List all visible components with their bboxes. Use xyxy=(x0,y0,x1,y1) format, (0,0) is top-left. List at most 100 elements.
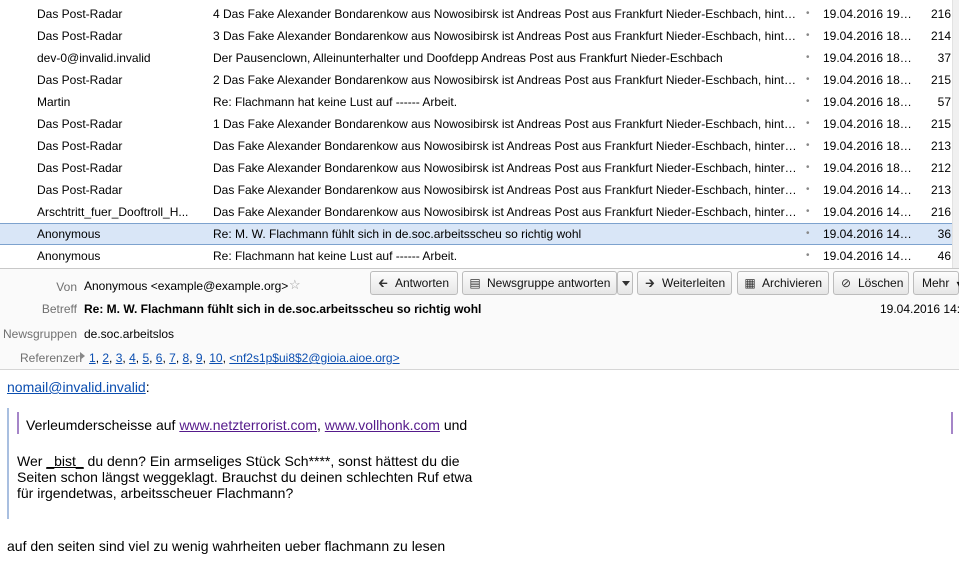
reply-button[interactable]: 🡰 Antworten xyxy=(370,271,458,295)
message-from: Anonymous xyxy=(37,249,101,263)
message-size: 214 xyxy=(930,29,951,43)
message-subject: 4 Das Fake Alexander Bondarenkow aus Now… xyxy=(213,7,799,21)
message-subject: Re: Flachmann hat keine Lust auf ------ … xyxy=(213,249,458,263)
message-row[interactable]: Das Post-Radar Das Fake Alexander Bondare… xyxy=(0,179,952,201)
message-subject: 1 Das Fake Alexander Bondarenkow aus Now… xyxy=(213,117,799,131)
message-row[interactable]: Das Post-Radar 3 Das Fake Alexander Bonda… xyxy=(0,25,952,47)
quote-line-2-emphasis: _bist_ xyxy=(46,453,84,469)
attribution-email-link[interactable]: nomail@invalid.invalid xyxy=(7,379,146,395)
message-size: 215 xyxy=(930,73,951,87)
message-from: Das Post-Radar xyxy=(37,117,123,131)
reference-link[interactable]: 10 xyxy=(209,351,222,365)
message-from: Das Post-Radar xyxy=(37,183,123,197)
message-subject: Das Fake Alexander Bondarenkow aus Nowos… xyxy=(213,139,799,153)
quote-line-1: Verleumderscheisse auf www.netzterrorist… xyxy=(26,417,467,433)
reply-newsgroup-button[interactable]: ▤ Newsgruppe antworten xyxy=(462,271,617,295)
message-date: 19.04.2016 14:32 xyxy=(823,205,913,219)
star-icon[interactable]: ☆ xyxy=(289,278,302,291)
message-row[interactable]: Das Post-Radar 4 Das Fake Alexander Bonda… xyxy=(0,3,952,25)
date-value: 19.04.2016 14:1 xyxy=(880,302,959,316)
references-label: Referenzen xyxy=(20,351,83,365)
archive-label: Archivieren xyxy=(762,276,823,290)
message-row[interactable]: Martin Re: Flachmann hat keine Lust auf -… xyxy=(0,91,952,113)
message-from: dev-0@invalid.invalid xyxy=(37,51,151,65)
forward-button[interactable]: 🡲 Weiterleiten xyxy=(637,271,732,295)
message-row[interactable]: dev-0@invalid.invalid Der Pausenclown, Al… xyxy=(0,47,952,69)
message-from: Das Post-Radar xyxy=(37,7,123,21)
message-row[interactable]: Das Post-Radar Das Fake Alexander Bondare… xyxy=(0,157,952,179)
delete-button[interactable]: ⊘ Löschen xyxy=(833,271,909,295)
more-button[interactable]: Mehr ▼ xyxy=(913,271,959,295)
newsgroup-icon: ▤ xyxy=(469,276,481,290)
newsgroups-value[interactable]: de.soc.arbeitslos xyxy=(84,327,174,341)
reference-separator: , xyxy=(149,351,156,365)
message-from: Das Post-Radar xyxy=(37,139,123,153)
quote-line-1-suffix: und xyxy=(439,417,468,433)
chevron-down-icon: ▼ xyxy=(955,279,959,289)
message-date: 19.04.2016 18:21 xyxy=(823,139,913,153)
message-from: Martin xyxy=(37,95,71,109)
vollhonk-link[interactable]: www.vollhonk.com xyxy=(325,417,440,433)
message-subject: Der Pausenclown, Alleinunterhalter und D… xyxy=(213,51,723,65)
message-row[interactable]: Das Post-Radar 2 Das Fake Alexander Bonda… xyxy=(0,69,952,91)
reference-link[interactable]: 1 xyxy=(89,351,96,365)
message-from: Das Post-Radar xyxy=(37,29,123,43)
more-label: Mehr xyxy=(922,276,950,290)
message-subject: Das Fake Alexander Bondarenkow aus Nowos… xyxy=(213,161,799,175)
message-from: Das Post-Radar xyxy=(37,73,123,87)
quote-bar-right xyxy=(951,412,953,434)
message-subject: Das Fake Alexander Bondarenkow aus Nowos… xyxy=(213,205,799,219)
read-status-dot-icon: • xyxy=(806,74,810,85)
forward-arrow-icon: 🡲 xyxy=(645,276,655,290)
read-status-dot-icon: • xyxy=(806,118,810,129)
from-value[interactable]: Anonymous <example@example.org> xyxy=(84,279,288,293)
message-date: 19.04.2016 14:33 xyxy=(823,183,913,197)
message-subject: 2 Das Fake Alexander Bondarenkow aus Now… xyxy=(213,73,799,87)
read-status-dot-icon: • xyxy=(806,206,810,217)
reply-newsgroup-label: Newsgruppe antworten xyxy=(487,276,611,290)
references-links: 1, 2, 3, 4, 5, 6, 7, 8, 9, 10, <nf2s1p$u… xyxy=(89,351,400,365)
subject-label: Betreff xyxy=(41,302,77,316)
message-date: 19.04.2016 19:01 xyxy=(823,7,913,21)
reference-link[interactable]: 4 xyxy=(129,351,136,365)
from-label: Von xyxy=(56,280,77,294)
message-size: 213 xyxy=(930,139,951,153)
quote-line-2: Wer _bist_ du denn? Ein armseliges Stück… xyxy=(17,453,460,469)
message-from: Das Post-Radar xyxy=(37,161,123,175)
quote-line-4: für irgendetwas, arbeitsscheuer Flachman… xyxy=(17,485,294,501)
message-row[interactable]: Das Post-Radar 1 Das Fake Alexander Bonda… xyxy=(0,113,952,135)
archive-button[interactable]: ▦ Archivieren xyxy=(737,271,829,295)
message-date: 19.04.2016 18:42 xyxy=(823,51,913,65)
message-row[interactable]: Arschtritt_fuer_Dooftroll_H... Das Fake A… xyxy=(0,201,952,223)
message-header: Von Anonymous <example@example.org> ☆ 🡰 … xyxy=(0,268,959,370)
netzterrorist-link[interactable]: www.netzterrorist.com xyxy=(179,417,317,433)
read-status-dot-icon: • xyxy=(806,162,810,173)
read-status-dot-icon: • xyxy=(806,140,810,151)
reference-link[interactable]: 9 xyxy=(196,351,203,365)
message-size: 216 xyxy=(930,205,951,219)
message-subject: Das Fake Alexander Bondarenkow aus Nowos… xyxy=(213,183,799,197)
read-status-dot-icon: • xyxy=(806,228,810,239)
quote-bar-inner xyxy=(17,412,19,434)
message-row[interactable]: Das Post-Radar Das Fake Alexander Bondare… xyxy=(0,135,952,157)
read-status-dot-icon: • xyxy=(806,52,810,63)
forward-label: Weiterleiten xyxy=(662,276,726,290)
reply-newsgroup-dropdown[interactable] xyxy=(617,271,633,295)
message-list-scrollbar[interactable] xyxy=(952,0,959,268)
reference-link[interactable]: 7 xyxy=(169,351,176,365)
archive-icon: ▦ xyxy=(744,276,756,290)
message-row[interactable]: Anonymous Re: Flachmann hat keine Lust au… xyxy=(0,245,952,267)
subject-value: Re: M. W. Flachmann fühlt sich in de.soc… xyxy=(84,302,482,316)
message-list[interactable]: Das Post-Radar 4 Das Fake Alexander Bonda… xyxy=(0,0,959,268)
reference-msgid-link[interactable]: <nf2s1p$ui8$2@gioia.aioe.org> xyxy=(229,351,399,365)
reference-separator: , xyxy=(189,351,196,365)
expand-triangle-icon[interactable] xyxy=(80,352,85,360)
read-status-dot-icon: • xyxy=(806,250,810,261)
message-subject: Re: M. W. Flachmann fühlt sich in de.soc… xyxy=(213,227,582,241)
message-date: 19.04.2016 18:31 xyxy=(823,117,913,131)
message-date: 19.04.2016 18:35 xyxy=(823,95,913,109)
message-row[interactable]: Anonymous Re: M. W. Flachmann fühlt sich … xyxy=(0,223,952,245)
message-size: 212 xyxy=(930,161,951,175)
message-size: 216 xyxy=(930,7,951,21)
message-date: 19.04.2016 18:50 xyxy=(823,29,913,43)
